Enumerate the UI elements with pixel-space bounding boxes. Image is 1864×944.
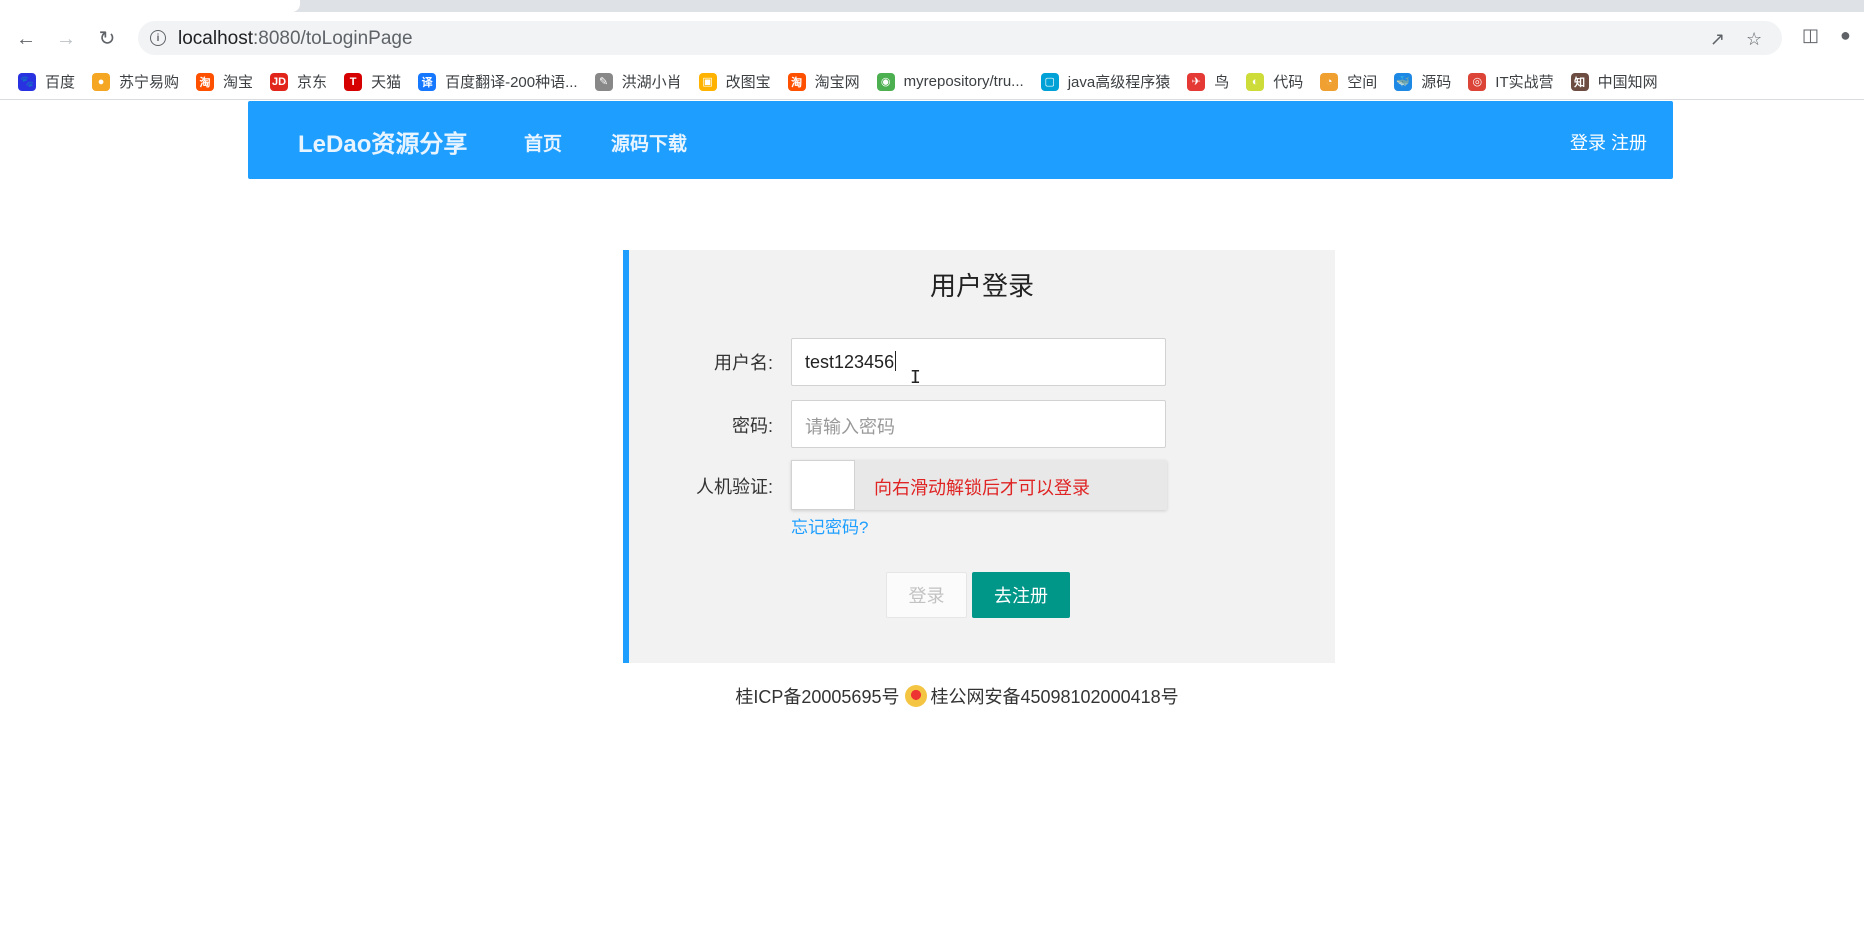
site-brand[interactable]: LeDao资源分享 (298, 124, 467, 159)
bookmark-item[interactable]: ◎ IT实战营 (1468, 71, 1554, 92)
register-button[interactable]: 去注册 (972, 572, 1070, 618)
bookmark-favicon-icon: T (344, 72, 363, 91)
bookmark-item[interactable]: T 天猫 (344, 71, 401, 92)
side-panel-icon[interactable]: ◫ (1802, 25, 1819, 46)
url-path: :8080/toLoginPage (253, 28, 413, 49)
login-button[interactable]: 登录 (886, 572, 967, 618)
bookmark-favicon-icon: ◐ (1246, 72, 1265, 91)
bookmark-item[interactable]: ◉ myrepository/tru... (876, 72, 1024, 91)
bookmark-favicon-icon: ✎ (594, 72, 613, 91)
bookmark-item[interactable]: ✈ 鸟 (1187, 71, 1229, 92)
bookmark-item[interactable]: 淘淘宝 (196, 71, 253, 92)
bookmark-label: 京东 (297, 74, 328, 91)
bookmark-favicon-icon: ▣ (698, 72, 717, 91)
bookmark-item[interactable]: 知中国知网 (1570, 71, 1658, 92)
browser-chrome: ← → ↻ i localhost:8080/toLoginPage ↗ ☆ ◫… (0, 0, 1864, 101)
bookmark-star-icon[interactable]: ☆ (1746, 29, 1762, 50)
bookmark-favicon-icon: ◎ (1468, 72, 1487, 91)
bookmark-favicon-icon: 知 (1570, 72, 1589, 91)
bookmark-item[interactable]: ✎ 洪湖小肖 (594, 71, 682, 92)
police-record-link[interactable]: 桂公网安备45098102000418号 (930, 683, 1178, 709)
text-caret (895, 351, 897, 371)
nav-home[interactable]: 首页 (524, 129, 562, 156)
username-value: test123456 (805, 352, 895, 372)
icp-record-link[interactable]: 桂ICP备20005695号 (735, 683, 899, 709)
share-icon[interactable]: ↗ (1710, 29, 1725, 50)
url-text[interactable]: localhost:8080/toLoginPage (178, 28, 413, 50)
bookmark-favicon-icon: 🐾 (18, 72, 36, 91)
bookmark-item[interactable]: ▣ 改图宝 (698, 71, 771, 92)
bookmark-label: myrepository/tru... (903, 73, 1024, 90)
bookmark-favicon-icon: ✈ (1187, 72, 1206, 91)
browser-toolbar: ← → ↻ i localhost:8080/toLoginPage ↗ ☆ ◫… (0, 12, 1864, 62)
bookmark-label: 淘宝网 (814, 74, 860, 91)
bookmark-favicon-icon: 淘 (196, 72, 215, 91)
bookmark-item[interactable]: ● 苏宁易购 (92, 71, 179, 92)
bookmark-item[interactable]: ◐ 代码 (1246, 71, 1303, 92)
bookmark-label: 中国知网 (1597, 74, 1658, 91)
password-input[interactable]: 请输入密码 (791, 400, 1166, 448)
password-label: 密码: (731, 416, 773, 436)
bookmark-item[interactable]: ◔ 空间 (1320, 71, 1377, 92)
site-footer: 桂ICP备20005695号 桂公网安备45098102000418号 (0, 683, 1864, 709)
site-info-icon[interactable]: i (150, 30, 166, 46)
bookmark-label: 淘宝 (223, 74, 254, 91)
bookmark-label: 源码 (1421, 74, 1452, 91)
site-header: LeDao资源分享 首页 源码下载 登录 注册 (248, 101, 1673, 179)
captcha-label: 人机验证: (695, 477, 773, 497)
bookmark-favicon-icon: 🐳 (1394, 72, 1413, 91)
slide-captcha-track[interactable]: 向右滑动解锁后才可以登录 (791, 460, 1167, 510)
bookmark-favicon-icon: ◔ (1320, 72, 1339, 91)
username-input[interactable]: test123456 (791, 338, 1166, 386)
bookmark-item[interactable]: JD 京东 (270, 71, 327, 92)
bookmark-item[interactable]: 淘淘宝网 (787, 71, 860, 92)
username-label: 用户名: (713, 353, 773, 373)
slide-captcha-text: 向右滑动解锁后才可以登录 (874, 478, 1090, 498)
bookmark-favicon-icon: JD (270, 72, 289, 91)
bookmark-label: 天猫 (371, 74, 402, 91)
reload-icon[interactable]: ↻ (93, 25, 121, 53)
bookmark-label: 鸟 (1214, 74, 1230, 91)
text-cursor-icon: I (910, 367, 921, 388)
bookmark-favicon-icon: 译 (418, 72, 437, 91)
slide-captcha-handle[interactable] (791, 460, 855, 510)
bookmark-item[interactable]: ▢ java高级程序猿 (1040, 71, 1171, 92)
bookmark-label: 洪湖小肖 (621, 74, 682, 91)
bookmark-label: IT实战营 (1495, 74, 1554, 91)
login-title: 用户登录 (929, 271, 1034, 301)
address-bar[interactable]: i localhost:8080/toLoginPage ↗ ☆ (138, 21, 1782, 55)
bookmark-label: 百度 (45, 74, 76, 91)
tab-strip (0, 0, 1864, 12)
bookmark-label: 苏宁易购 (119, 74, 180, 91)
bookmark-favicon-icon: ● (92, 72, 111, 91)
bookmark-label: java高级程序猿 (1067, 74, 1171, 91)
login-register-links[interactable]: 登录 注册 (1570, 129, 1647, 155)
bookmark-favicon-icon: ◉ (876, 72, 895, 91)
active-tab[interactable] (0, 0, 300, 12)
login-panel: 用户登录 用户名: test123456 密码: 请输入密码 人机验证: 向右滑… (623, 250, 1335, 663)
bookmark-item[interactable]: 🐳 源码 (1394, 71, 1451, 92)
bookmark-item[interactable]: 译百度翻译-200种语... (418, 71, 578, 92)
bookmark-favicon-icon: ▢ (1040, 72, 1059, 91)
bookmarks-bar: 🐾 百度 ● 苏宁易购淘淘宝 JD 京东 T 天猫译百度翻译-200种语... ✎ 洪湖小肖 ▣ 改图… (0, 64, 1864, 100)
bookmark-item[interactable]: 🐾 百度 (18, 71, 75, 92)
bookmark-favicon-icon: 淘 (787, 72, 806, 91)
police-badge-icon (905, 685, 928, 707)
bookmark-label: 百度翻译-200种语... (445, 74, 578, 91)
forward-arrow-icon[interactable]: → (52, 25, 80, 53)
back-arrow-icon[interactable]: ← (12, 25, 40, 53)
forgot-password-link[interactable]: 忘记密码? (791, 513, 868, 538)
nav-source-download[interactable]: 源码下载 (611, 129, 687, 156)
bookmark-label: 代码 (1273, 74, 1304, 91)
url-host: localhost (178, 28, 253, 49)
profile-avatar-icon[interactable]: ● (1840, 25, 1851, 46)
bookmark-label: 改图宝 (725, 74, 771, 91)
bookmark-label: 空间 (1347, 74, 1378, 91)
